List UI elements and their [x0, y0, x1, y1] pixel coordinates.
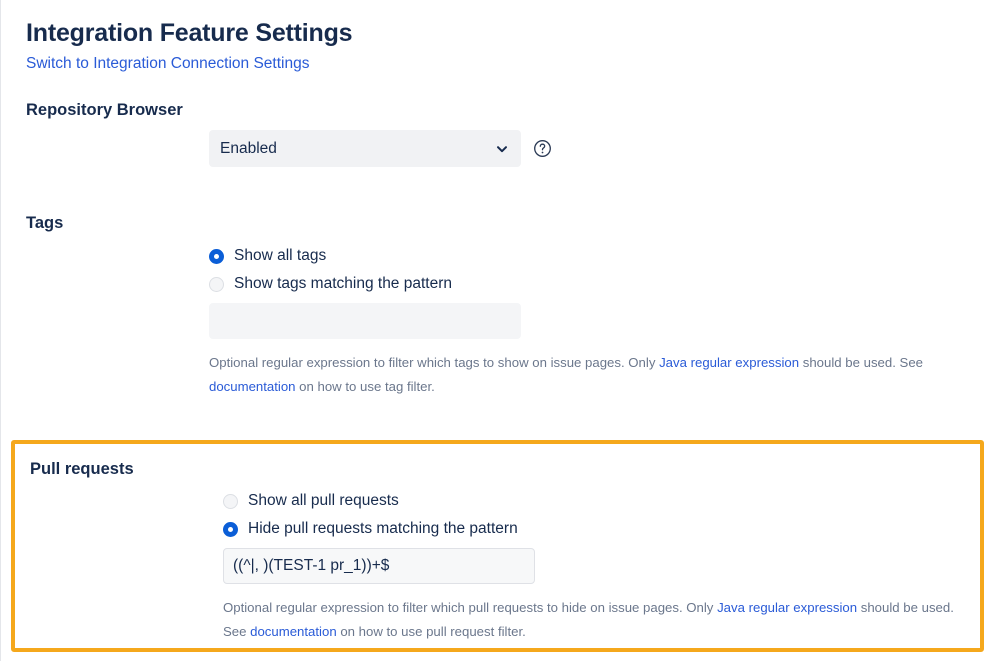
- page-header: Integration Feature Settings Switch to I…: [1, 0, 993, 74]
- radio-unselected-icon[interactable]: [209, 276, 224, 292]
- documentation-link[interactable]: documentation: [209, 379, 296, 394]
- switch-to-connection-settings-link[interactable]: Switch to Integration Connection Setting…: [26, 55, 309, 74]
- tags-option-pattern-label: Show tags matching the pattern: [234, 275, 452, 293]
- tags-help-part3: on how to use tag filter.: [295, 379, 435, 395]
- tags-pattern-input[interactable]: [209, 302, 521, 339]
- pull-requests-option-hide-pattern-label: Hide pull requests matching the pattern: [248, 520, 518, 538]
- question-circle-icon[interactable]: [533, 139, 552, 158]
- tags-option-show-all[interactable]: Show all tags: [209, 247, 993, 266]
- tags-section: Tags Show all tags Show tags matching th…: [1, 213, 993, 399]
- radio-unselected-icon[interactable]: [223, 494, 238, 510]
- pull-requests-title: Pull requests: [30, 460, 134, 478]
- pull-requests-help-text: Optional regular expression to filter wh…: [223, 596, 980, 645]
- radio-selected-icon[interactable]: [223, 521, 238, 537]
- tags-help-part1: Optional regular expression to filter wh…: [209, 354, 660, 370]
- pull-requests-section: Pull requests Show all pull requests Hid…: [15, 444, 980, 644]
- pull-requests-option-show-all[interactable]: Show all pull requests: [223, 492, 980, 511]
- pull-requests-option-hide-pattern[interactable]: Hide pull requests matching the pattern: [223, 520, 980, 539]
- pull-requests-help-part3: on how to use pull request filter.: [336, 624, 526, 640]
- repository-browser-body: Enabled: [209, 121, 993, 168]
- java-regex-link[interactable]: Java regular expression: [717, 600, 857, 615]
- pull-requests-pattern-input[interactable]: [223, 547, 535, 584]
- page-title: Integration Feature Settings: [26, 19, 353, 47]
- pull-requests-help-part1: Optional regular expression to filter wh…: [223, 599, 718, 615]
- java-regex-link[interactable]: Java regular expression: [659, 355, 799, 370]
- pull-requests-option-show-all-label: Show all pull requests: [248, 492, 399, 510]
- tags-body: Show all tags Show tags matching the pat…: [209, 234, 993, 399]
- repository-browser-control-row: Enabled: [209, 130, 993, 168]
- radio-selected-icon[interactable]: [209, 249, 224, 265]
- tags-option-show-all-label: Show all tags: [234, 247, 327, 265]
- pull-requests-highlight-box: Pull requests Show all pull requests Hid…: [11, 440, 984, 652]
- repository-browser-select[interactable]: Enabled: [209, 130, 521, 168]
- chevron-down-icon: [495, 142, 509, 156]
- tags-option-pattern[interactable]: Show tags matching the pattern: [209, 275, 993, 294]
- tags-title: Tags: [26, 214, 64, 233]
- repository-browser-title: Repository Browser: [26, 100, 183, 119]
- tags-help-text: Optional regular expression to filter wh…: [209, 351, 969, 400]
- settings-page: Integration Feature Settings Switch to I…: [0, 0, 993, 661]
- repository-browser-section: Repository Browser Enabled: [1, 100, 993, 168]
- pull-requests-body: Show all pull requests Hide pull request…: [223, 480, 980, 644]
- tags-help-part2: should be used. See: [799, 354, 924, 370]
- documentation-link[interactable]: documentation: [250, 624, 337, 639]
- repository-browser-select-value: Enabled: [220, 139, 277, 157]
